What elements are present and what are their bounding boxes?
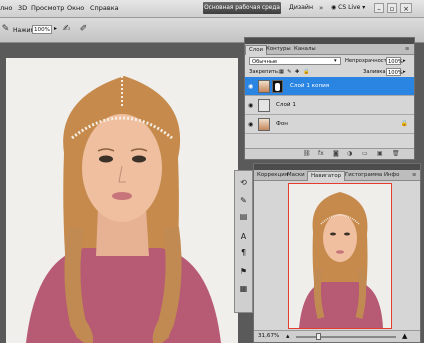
blend-mode-arrow-icon[interactable]: ▾	[334, 57, 337, 65]
lock-label: Закрепить:	[249, 69, 280, 75]
zoom-slider-knob[interactable]	[316, 333, 321, 340]
close-button[interactable]: ×	[400, 3, 412, 13]
lock-row: Закрепить: ▦ ✎ ✚ 🔒 Заливка: 100% ▸	[245, 66, 414, 77]
lock-all-icon[interactable]: 🔒	[303, 68, 309, 76]
navigator-zoom-bar: 31,67% ▴ ▲	[254, 330, 420, 342]
layer-lock-icon: 🔒	[400, 120, 408, 127]
layers-panel-tabs: Слои Контуры Каналы ≡	[245, 44, 414, 55]
zoom-out-icon[interactable]: ▴	[286, 332, 290, 340]
brush-presets-icon[interactable]: ✎	[238, 195, 249, 206]
navigator-preview[interactable]	[288, 183, 392, 329]
layer-name[interactable]: Слой 1 копия	[290, 83, 329, 89]
lock-pixels-icon[interactable]: ✎	[287, 68, 291, 76]
layer-thumbnail	[258, 99, 270, 112]
opacity-arrow-icon[interactable]: ▸	[403, 57, 406, 65]
lock-position-icon[interactable]: ✚	[295, 68, 299, 76]
tab-masks[interactable]: Маски	[284, 171, 308, 180]
tab-navigator[interactable]: Навигатор	[307, 171, 346, 181]
panel-menu-icon[interactable]: ≡	[405, 45, 409, 53]
pressure-dropdown-arrow-icon[interactable]: ▸	[54, 25, 57, 32]
layer-comps-icon[interactable]: ▦	[238, 283, 249, 294]
link-layers-icon[interactable]: ⛓	[303, 150, 311, 157]
workspace-design-link[interactable]: Дизайн	[289, 4, 313, 11]
menu-item-layer[interactable]: лно	[0, 4, 12, 12]
pressure-field[interactable]: 100%	[32, 25, 52, 34]
visibility-eye-icon[interactable]: ◉	[248, 121, 253, 128]
navigator-thumbnail-image	[289, 184, 391, 328]
fill-label: Заливка:	[363, 69, 388, 75]
tablet-pressure-icon[interactable]: ✐	[78, 24, 89, 35]
document-photo[interactable]	[6, 58, 238, 343]
workspace-menu-icon[interactable]: »	[319, 4, 327, 12]
visibility-eye-icon[interactable]: ◉	[248, 102, 253, 109]
tab-channels[interactable]: Каналы	[291, 45, 319, 54]
navigator-menu-icon[interactable]: ≡	[412, 171, 416, 179]
delete-layer-icon[interactable]: 🗑	[392, 150, 400, 157]
layer-row[interactable]: ◉ Слой 1	[245, 96, 414, 115]
cs-live-icon: ◉	[331, 4, 337, 11]
layer-name[interactable]: Слой 1	[276, 102, 296, 108]
menu-bar: лно 3D Просмотр Окно Справка Основная ра…	[0, 0, 424, 18]
adjustment-layer-icon[interactable]: ◑	[347, 150, 352, 157]
character-icon[interactable]: A	[238, 231, 249, 242]
tab-info[interactable]: Инфо	[381, 171, 402, 180]
side-tool-strip: ⟲ ✎ ▤ A ¶ ⚑ ▦	[234, 170, 253, 313]
clone-source-icon[interactable]: ▤	[238, 211, 249, 222]
visibility-eye-icon[interactable]: ◉	[248, 83, 253, 90]
menu-item-window[interactable]: Окно	[67, 4, 84, 12]
blend-row: Обычные ▾ Непрозрачность: 100% ▸	[245, 55, 414, 66]
workspace-essentials-button[interactable]: Основная рабочая среда	[203, 2, 281, 14]
cs-live-label: CS Live	[338, 4, 361, 11]
tab-histogram[interactable]: Гистограмма	[342, 171, 385, 180]
lock-transparency-icon[interactable]: ▦	[279, 68, 284, 76]
brush-tool-icon[interactable]: ✎	[0, 24, 11, 35]
menu-item-view[interactable]: Просмотр	[31, 4, 64, 12]
blend-mode-select[interactable]: Обычные	[249, 57, 341, 65]
portrait-image	[6, 58, 238, 343]
airbrush-icon[interactable]: ✍	[61, 24, 72, 35]
new-group-icon[interactable]: ▭	[362, 150, 368, 157]
add-mask-icon[interactable]: ◙	[333, 150, 339, 157]
layer-row[interactable]: ◉ Слой 1 копия	[245, 77, 414, 96]
layer-mask-thumbnail[interactable]	[272, 80, 283, 93]
zoom-slider[interactable]	[296, 333, 396, 340]
layer-style-icon[interactable]: fx	[318, 150, 324, 157]
navigator-panel: Коррекция Маски Навигатор Гистограмма Ин…	[253, 163, 421, 343]
layer-thumbnail	[258, 80, 270, 93]
history-icon[interactable]: ⟲	[238, 177, 249, 188]
paragraph-icon[interactable]: ¶	[238, 247, 249, 258]
tab-paths[interactable]: Контуры	[263, 45, 294, 54]
layers-panel: Слои Контуры Каналы ≡ Обычные ▾ Непрозра…	[244, 37, 415, 160]
cs-live-button[interactable]: ◉ CS Live ▾	[331, 4, 365, 11]
fill-arrow-icon[interactable]: ▸	[403, 68, 406, 76]
tool-presets-icon[interactable]: ⚑	[238, 266, 249, 277]
navigator-tabs: Коррекция Маски Навигатор Гистограмма Ин…	[254, 170, 420, 181]
minimize-button[interactable]: –	[374, 3, 384, 13]
opacity-field[interactable]: 100%	[386, 57, 403, 65]
opacity-label: Непрозрачность:	[345, 58, 392, 64]
zoom-level-field[interactable]: 31,67%	[258, 333, 279, 339]
layer-thumbnail	[258, 118, 270, 131]
menu-item-help[interactable]: Справка	[90, 4, 119, 12]
restore-button[interactable]: ▫	[387, 3, 397, 13]
layer-row[interactable]: ◉ Фон 🔒	[245, 115, 414, 134]
layer-name[interactable]: Фон	[276, 121, 288, 127]
layers-panel-footer: ⛓ fx ◙ ◑ ▭ ▣ 🗑	[245, 148, 414, 159]
new-layer-icon[interactable]: ▣	[377, 150, 383, 157]
fill-field[interactable]: 100%	[386, 68, 403, 76]
zoom-in-icon[interactable]: ▲	[402, 332, 407, 340]
menu-item-3d[interactable]: 3D	[18, 4, 27, 12]
